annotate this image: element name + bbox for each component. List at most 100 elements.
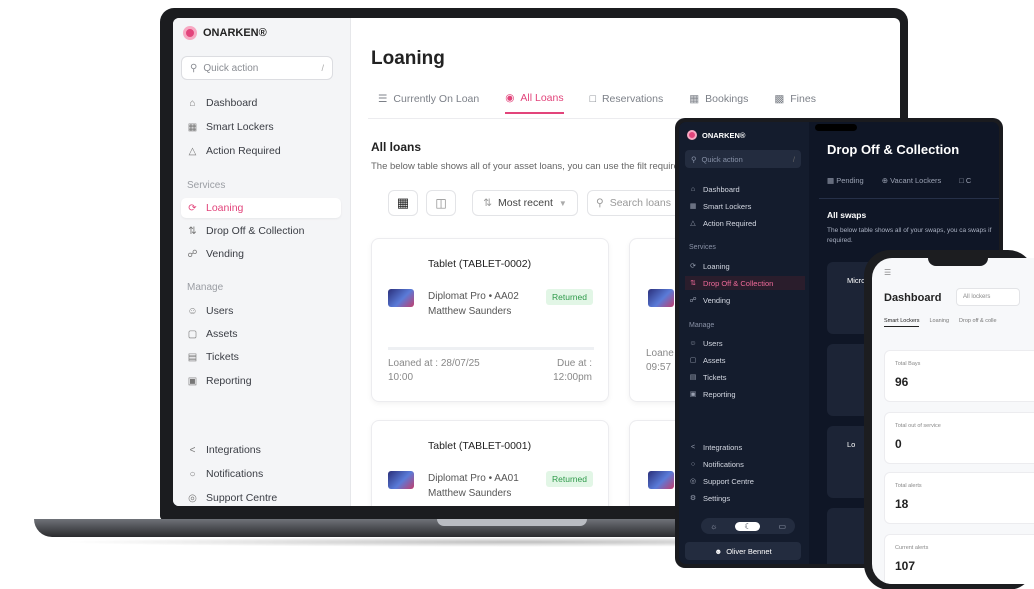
- sidebar-item-vending[interactable]: ☍ Vending: [181, 244, 341, 264]
- page-title: Loaning: [371, 48, 445, 69]
- sidebar-item-label: Dashboard: [206, 97, 258, 109]
- quick-action-input[interactable]: ⚲ Quick action /: [685, 150, 801, 168]
- sidebar-item-smart-lockers[interactable]: ▦ Smart Lockers: [685, 199, 805, 213]
- search-icon: ⚲: [190, 62, 198, 74]
- theme-toggle[interactable]: ☼ ☾ ▭: [701, 518, 795, 534]
- grid-icon: ▦: [396, 195, 410, 210]
- sidebar-item-label: Integrations: [703, 442, 743, 452]
- loan-asset: Diplomat Pro • AA01: [428, 473, 519, 484]
- tab-fines[interactable]: ▩ Fines: [774, 92, 816, 114]
- section-title: All swaps: [827, 210, 867, 220]
- locker-icon: ▦: [689, 203, 697, 210]
- sidebar-item-integrations[interactable]: < Integrations: [685, 440, 805, 454]
- section-description: The below table shows all of your asset …: [371, 161, 687, 172]
- sidebar-item-action-required[interactable]: △ Action Required: [685, 216, 805, 230]
- moon-icon[interactable]: ☾: [735, 521, 761, 531]
- sidebar-item-label: Action Required: [703, 218, 757, 228]
- sidebar-item-loaning[interactable]: ⟳ Loaning: [685, 259, 805, 273]
- brand-logo[interactable]: ONARKEN®: [687, 130, 745, 140]
- stat-label: Current alerts: [895, 545, 929, 551]
- sidebar-item-dashboard[interactable]: ⌂ Dashboard: [181, 93, 341, 113]
- sidebar-item-users[interactable]: ☺ Users: [685, 336, 805, 350]
- sidebar-item-label: Smart Lockers: [206, 121, 274, 133]
- sidebar-item-drop-off[interactable]: ⇅ Drop Off & Collection: [685, 276, 805, 290]
- laptop-sidebar: ONARKEN® ⚲ Quick action / ⌂ Dashboard ▦ Sm…: [173, 18, 351, 506]
- sun-icon[interactable]: ☼: [710, 522, 717, 531]
- sidebar-item-integrations[interactable]: < Integrations: [181, 440, 341, 460]
- sidebar-item-users[interactable]: ☺ Users: [181, 301, 341, 321]
- sidebar-item-tickets[interactable]: ▤ Tickets: [685, 370, 805, 384]
- locker-icon: ▦: [187, 121, 198, 133]
- loan-card[interactable]: Tablet (TABLET-0001) Diplomat Pro • AA01…: [371, 420, 609, 506]
- tab-label: Bookings: [705, 93, 749, 105]
- brand-logo[interactable]: ONARKEN®: [183, 26, 267, 40]
- sidebar-item-dashboard[interactable]: ⌂ Dashboard: [685, 182, 805, 196]
- sidebar-item-assets[interactable]: ▢ Assets: [181, 324, 341, 344]
- refresh-icon: ⟳: [690, 263, 696, 270]
- sidebar-item-reporting[interactable]: ▣ Reporting: [181, 371, 341, 391]
- sidebar-item-label: Users: [703, 338, 723, 348]
- locker-filter-dropdown[interactable]: All lockers: [956, 288, 1020, 306]
- loan-asset: Diplomat Pro • AA02: [428, 291, 519, 302]
- sort-dropdown[interactable]: ⇅ Most recent ▼: [472, 190, 578, 216]
- stat-card: Total Bays 96: [884, 350, 1034, 402]
- monitor-icon[interactable]: ▭: [778, 522, 786, 531]
- user-menu-button[interactable]: ☻ Oliver Bennet: [685, 542, 801, 560]
- sort-icon: ⇅: [483, 197, 493, 209]
- swap-icon: ⇅: [690, 280, 696, 287]
- bookmark-icon: □: [589, 93, 596, 105]
- loan-card[interactable]: Tablet (TABLET-0002) Diplomat Pro • AA02…: [371, 238, 609, 402]
- swap-card-title: Lo: [847, 440, 856, 449]
- sidebar-item-reporting[interactable]: ▣ Reporting: [685, 387, 805, 401]
- tab-reservations[interactable]: □ Reservations: [590, 92, 664, 114]
- tab-bookings[interactable]: ▦ Bookings: [689, 92, 748, 114]
- home-icon: ⌂: [189, 97, 196, 109]
- sidebar-item-label: Loaning: [206, 202, 244, 214]
- report-icon: ▣: [689, 391, 697, 398]
- quick-action-input[interactable]: ⚲ Quick action /: [181, 56, 333, 80]
- tab-loaning[interactable]: Loaning: [929, 318, 949, 327]
- tab-drop-off[interactable]: Drop off & colle: [959, 318, 997, 327]
- stat-card: Current alerts 107: [884, 534, 1034, 584]
- sidebar-item-label: Drop Off & Collection: [206, 225, 305, 237]
- cart-icon: ☍: [689, 297, 697, 304]
- sidebar-item-support[interactable]: ◎ Support Centre: [685, 474, 805, 488]
- sidebar-item-drop-off[interactable]: ⇅ Drop Off & Collection: [181, 221, 341, 241]
- tab-currently-on-loan[interactable]: ☰ Currently On Loan: [378, 92, 479, 114]
- menu-icon[interactable]: ☰: [884, 268, 891, 277]
- stat-label: Total Bays: [895, 361, 921, 367]
- sidebar-item-smart-lockers[interactable]: ▦ Smart Lockers: [181, 117, 341, 137]
- tab-pending[interactable]: ▦ Pending: [827, 176, 864, 185]
- tab-smart-lockers[interactable]: Smart Lockers: [884, 318, 920, 327]
- sidebar-item-action-required[interactable]: △ Action Required: [181, 141, 341, 161]
- tablet-camera: [815, 124, 857, 131]
- sidebar-item-tickets[interactable]: ▤ Tickets: [181, 347, 341, 367]
- grid-view-button[interactable]: ▦: [388, 190, 418, 216]
- tab-bar: ☰ Currently On Loan ◉ All Loans □ Reservati…: [378, 92, 816, 114]
- sidebar-item-label: Support Centre: [703, 476, 754, 486]
- sidebar-item-notifications[interactable]: ○ Notifications: [685, 457, 805, 471]
- warning-icon: △: [690, 220, 696, 227]
- section-label-manage: Manage: [689, 322, 715, 329]
- table-view-button[interactable]: ◫: [426, 190, 456, 216]
- sidebar-item-label: Action Required: [206, 145, 281, 157]
- sidebar-item-loaning[interactable]: ⟳ Loaning: [181, 198, 341, 218]
- asset-icon: ▢: [187, 328, 198, 340]
- sidebar-item-support[interactable]: ◎ Support Centre: [181, 488, 341, 506]
- tablet-thumbnail: [648, 289, 674, 307]
- sidebar-item-assets[interactable]: ▢ Assets: [685, 353, 805, 367]
- sidebar-item-label: Settings: [703, 493, 731, 503]
- tab-label: Vacant Lockers: [890, 176, 942, 185]
- sidebar-item-label: Smart Lockers: [703, 201, 752, 211]
- sidebar-item-settings[interactable]: ⚙ Settings: [685, 491, 805, 505]
- tab-vacant-lockers[interactable]: ⊕ Vacant Lockers: [882, 176, 942, 185]
- device-mockup-stage: ONARKEN® ⚲ Quick action / ⌂ Dashboard ▦ Sm…: [0, 0, 1034, 589]
- stat-value: 18: [895, 497, 909, 511]
- sidebar-item-vending[interactable]: ☍ Vending: [685, 293, 805, 307]
- tab-bar: Smart Lockers Loaning Drop off & colle: [884, 318, 997, 327]
- tab-partial[interactable]: □ C: [959, 176, 971, 185]
- user-name: Oliver Bennet: [726, 546, 772, 556]
- tab-all-loans[interactable]: ◉ All Loans: [505, 92, 564, 114]
- loan-user: Matthew Saunders: [428, 488, 512, 499]
- sidebar-item-notifications[interactable]: ○ Notifications: [181, 464, 341, 484]
